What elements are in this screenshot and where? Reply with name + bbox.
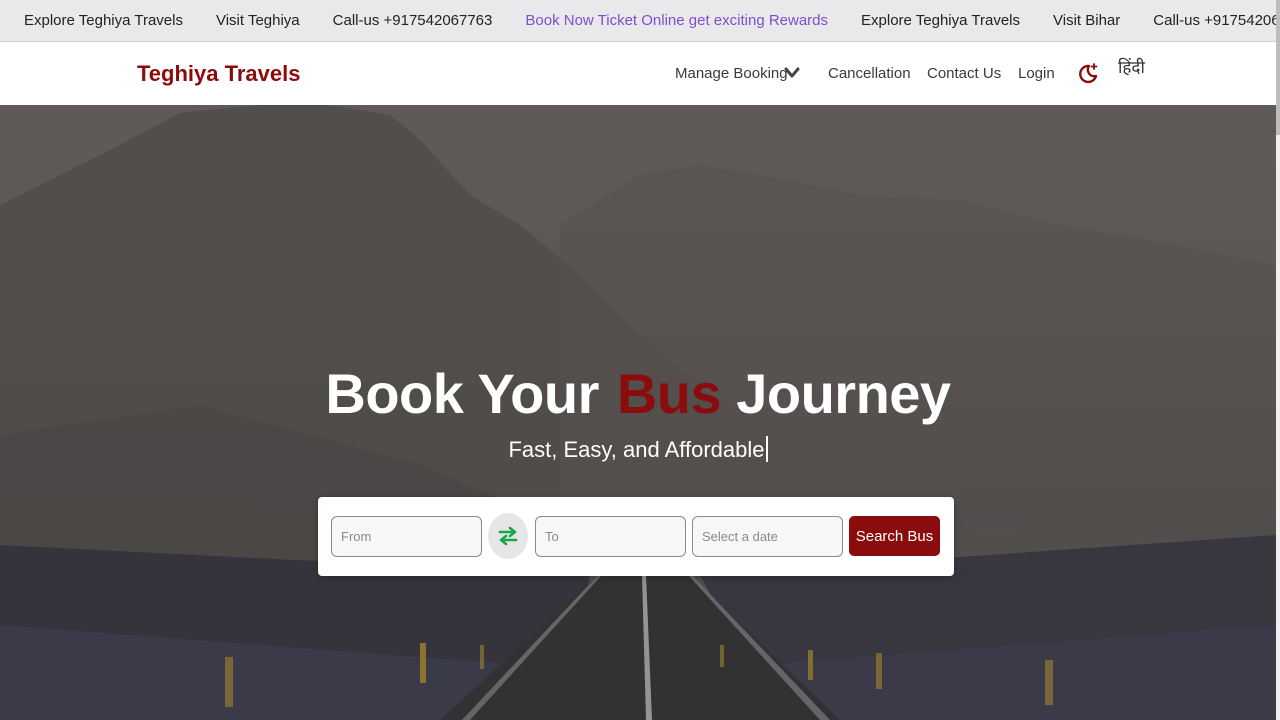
hero-section: Book Your Bus Journey Fast, Easy, and Aff… — [0, 105, 1276, 720]
nav-login[interactable]: Login — [1018, 65, 1055, 82]
ticker-item: Explore Teghiya Travels — [24, 12, 183, 29]
brand-logo[interactable]: Teghiya Travels — [137, 61, 300, 87]
ticker-item: Call-us +917542067763 — [1153, 12, 1276, 29]
ticker-item: Explore Teghiya Travels — [861, 12, 1020, 29]
to-input[interactable] — [535, 516, 686, 557]
hero-subtitle-text: Fast, Easy, and Affordable — [508, 437, 765, 462]
nav-contact-us[interactable]: Contact Us — [927, 65, 1001, 82]
language-toggle[interactable]: हिंदी — [1118, 55, 1145, 78]
hero-title-accent: Bus — [616, 362, 722, 425]
moon-icon[interactable] — [1077, 62, 1099, 84]
swap-button[interactable] — [488, 513, 528, 559]
chevron-down-icon[interactable] — [784, 66, 800, 80]
scrollbar-thumb[interactable] — [1276, 0, 1280, 135]
ticker-promo[interactable]: Book Now Ticket Online get exciting Rewa… — [525, 12, 828, 29]
hero-subtitle: Fast, Easy, and Affordable — [0, 436, 1276, 463]
hero-title-part1: Book Your — [325, 362, 599, 425]
ticker-item: Visit Teghiya — [215, 12, 300, 29]
nav-manage-booking[interactable]: Manage Booking — [675, 65, 788, 82]
date-input[interactable] — [692, 516, 843, 557]
search-bus-button[interactable]: Search Bus — [849, 516, 940, 556]
navbar: Teghiya Travels Manage Booking Cancellat… — [0, 42, 1276, 105]
page-scrollbar[interactable] — [1276, 0, 1280, 720]
announcement-ticker: Explore Teghiya Travels Visit Teghiya Ca… — [0, 0, 1276, 42]
ticker-item: Visit Bihar — [1053, 12, 1121, 29]
hero-title-part2: Journey — [736, 362, 951, 425]
typing-caret — [765, 436, 768, 462]
hero-title: Book Your Bus Journey — [0, 361, 1276, 426]
search-card: Search Bus — [318, 497, 954, 576]
from-input[interactable] — [331, 516, 482, 557]
nav-cancellation[interactable]: Cancellation — [828, 65, 911, 82]
swap-arrows-icon — [498, 526, 518, 546]
ticker-item: Call-us +917542067763 — [332, 12, 493, 29]
